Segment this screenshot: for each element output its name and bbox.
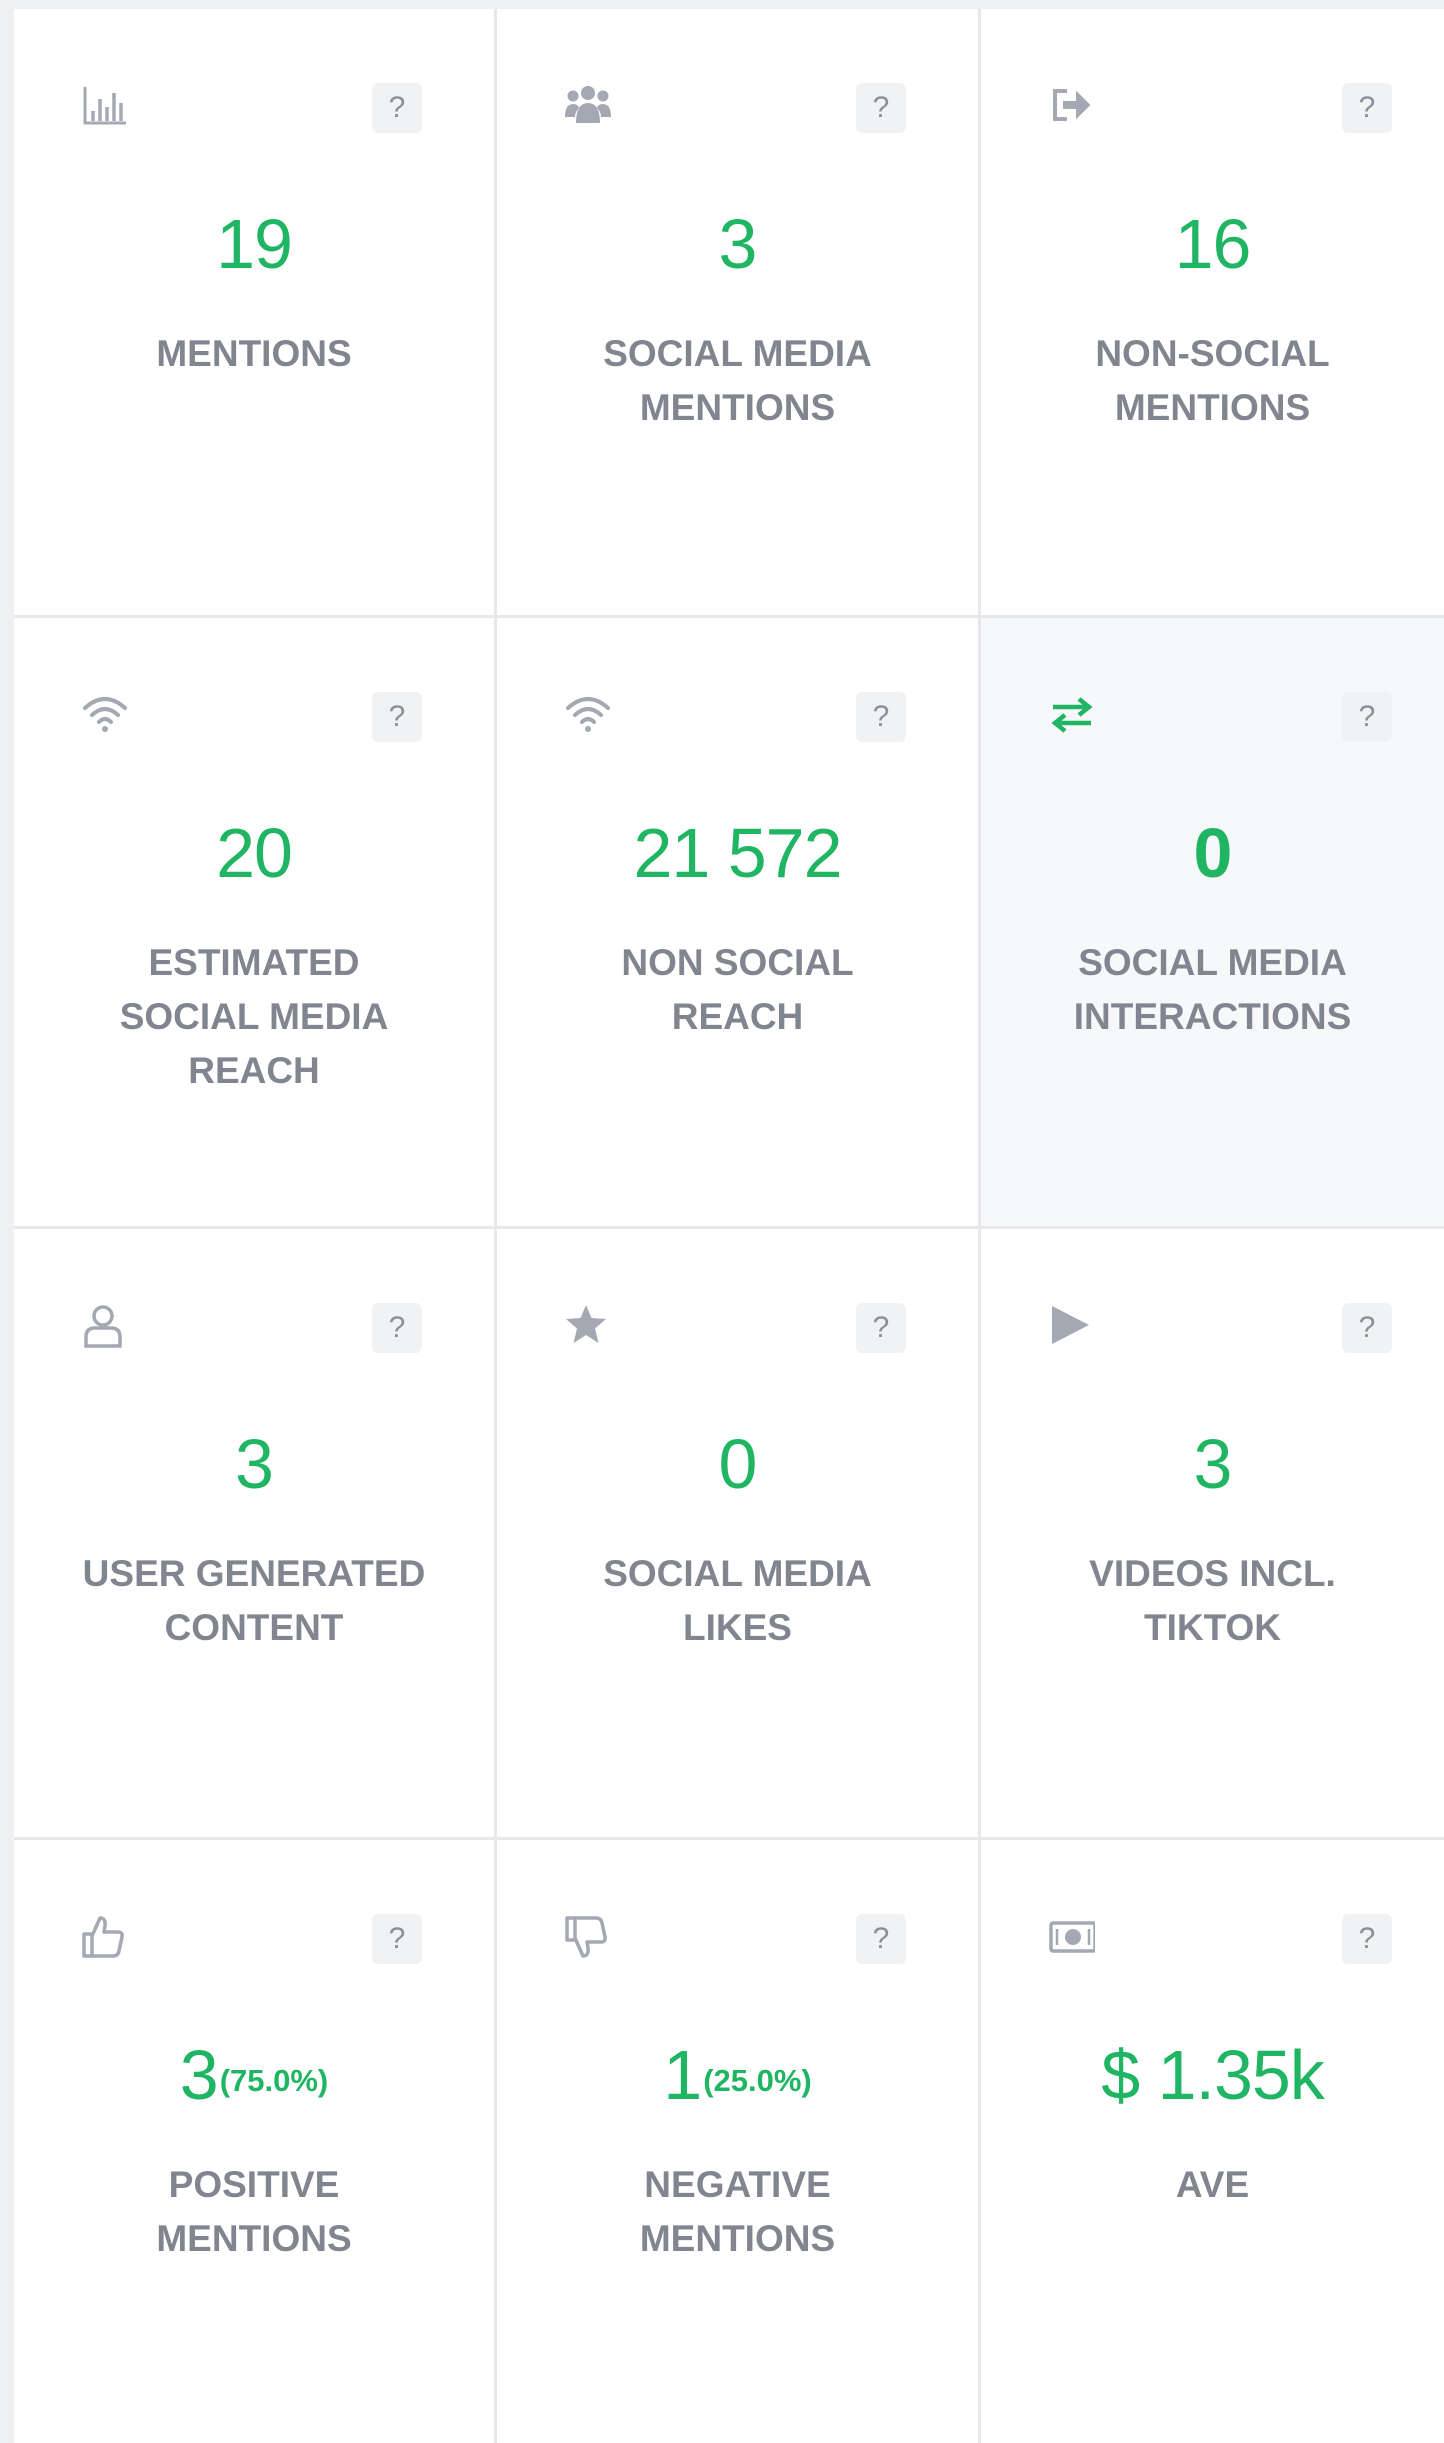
help-button[interactable]: ? (372, 1914, 422, 1964)
help-button[interactable]: ? (372, 83, 422, 133)
non-social-mentions-label: NON-SOCIAL MENTIONS (1095, 333, 1330, 428)
card-user-generated-content[interactable]: ? 3 USER GENERATED CONTENT (14, 1229, 497, 1840)
sign-out-icon (1049, 83, 1095, 129)
videos-label: VIDEOS INCL. TIKTOK (1089, 1553, 1336, 1648)
exchange-icon (1049, 692, 1095, 738)
negative-mentions-value: 1(25.0%) (497, 2032, 978, 2118)
social-media-mentions-label: SOCIAL MEDIA MENTIONS (603, 333, 872, 428)
ave-label: AVE (1175, 2164, 1250, 2205)
help-button[interactable]: ? (1342, 83, 1392, 133)
positive-mentions-count: 3 (179, 2036, 219, 2114)
card-ave[interactable]: ? $ 1.35k AVE (981, 1840, 1444, 2443)
negative-mentions-percent: (25.0%) (703, 2063, 812, 2098)
bar-chart-icon (82, 83, 128, 129)
help-button[interactable]: ? (856, 83, 906, 133)
mentions-value: 19 (216, 205, 293, 283)
social-media-mentions-value: 3 (718, 205, 758, 283)
card-videos[interactable]: ? 3 VIDEOS INCL. TIKTOK (981, 1229, 1444, 1840)
wifi-icon (565, 692, 611, 738)
videos-value: 3 (1193, 1425, 1233, 1503)
non-social-mentions-value: 16 (1174, 205, 1252, 283)
stats-grid: ? 19 MENTIONS ? 3 SOCIAL MEDIA MENTIONS (14, 9, 1444, 2443)
card-negative-mentions[interactable]: ? 1(25.0%) NEGATIVE MENTIONS (497, 1840, 981, 2443)
positive-mentions-value: 3(75.0%) (14, 2032, 494, 2118)
help-button[interactable]: ? (856, 1914, 906, 1964)
thumbs-down-icon (565, 1914, 611, 1960)
help-button[interactable]: ? (1342, 1914, 1392, 1964)
negative-mentions-count: 1 (663, 2036, 702, 2114)
ave-value: $ 1.35k (1101, 2036, 1325, 2114)
social-media-likes-label: SOCIAL MEDIA LIKES (603, 1553, 872, 1648)
help-button[interactable]: ? (372, 1303, 422, 1353)
users-icon (565, 83, 611, 129)
help-button[interactable]: ? (372, 692, 422, 742)
mentions-label: MENTIONS (156, 333, 352, 374)
card-non-social-mentions[interactable]: ? 16 NON-SOCIAL MENTIONS (981, 9, 1444, 618)
star-icon (565, 1303, 611, 1349)
help-button[interactable]: ? (1342, 692, 1392, 742)
thumbs-up-icon (82, 1914, 128, 1960)
wifi-icon (82, 692, 128, 738)
non-social-reach-label: NON SOCIAL REACH (621, 942, 854, 1037)
card-mentions[interactable]: ? 19 MENTIONS (14, 9, 497, 618)
positive-mentions-percent: (75.0%) (219, 2063, 329, 2098)
card-positive-mentions[interactable]: ? 3(75.0%) POSITIVE MENTIONS (14, 1840, 497, 2443)
estimated-social-media-reach-label: ESTIMATED SOCIAL MEDIA REACH (119, 942, 389, 1091)
user-generated-content-value: 3 (235, 1425, 274, 1503)
non-social-reach-value: 21 572 (633, 814, 842, 892)
negative-mentions-label: NEGATIVE MENTIONS (639, 2164, 836, 2259)
help-button[interactable]: ? (856, 692, 906, 742)
help-button[interactable]: ? (1342, 1303, 1392, 1353)
estimated-social-media-reach-value: 20 (216, 814, 293, 892)
social-media-interactions-label: SOCIAL MEDIA INTERACTIONS (1073, 942, 1352, 1037)
card-social-media-mentions[interactable]: ? 3 SOCIAL MEDIA MENTIONS (497, 9, 981, 618)
social-media-likes-value: 0 (718, 1425, 758, 1503)
card-non-social-reach[interactable]: ? 21 572 NON SOCIAL REACH (497, 618, 981, 1229)
user-generated-content-label: USER GENERATED CONTENT (82, 1553, 426, 1648)
card-social-media-likes[interactable]: ? 0 SOCIAL MEDIA LIKES (497, 1229, 981, 1840)
card-estimated-social-media-reach[interactable]: ? 20 ESTIMATED SOCIAL MEDIA REACH (14, 618, 497, 1229)
social-media-interactions-value: 0 (1193, 814, 1233, 892)
help-button[interactable]: ? (856, 1303, 906, 1353)
user-icon (82, 1303, 128, 1349)
play-icon (1049, 1303, 1095, 1349)
card-social-media-interactions[interactable]: ? 0 SOCIAL MEDIA INTERACTIONS (981, 618, 1444, 1229)
positive-mentions-label: POSITIVE MENTIONS (156, 2164, 352, 2259)
money-icon (1049, 1914, 1095, 1960)
